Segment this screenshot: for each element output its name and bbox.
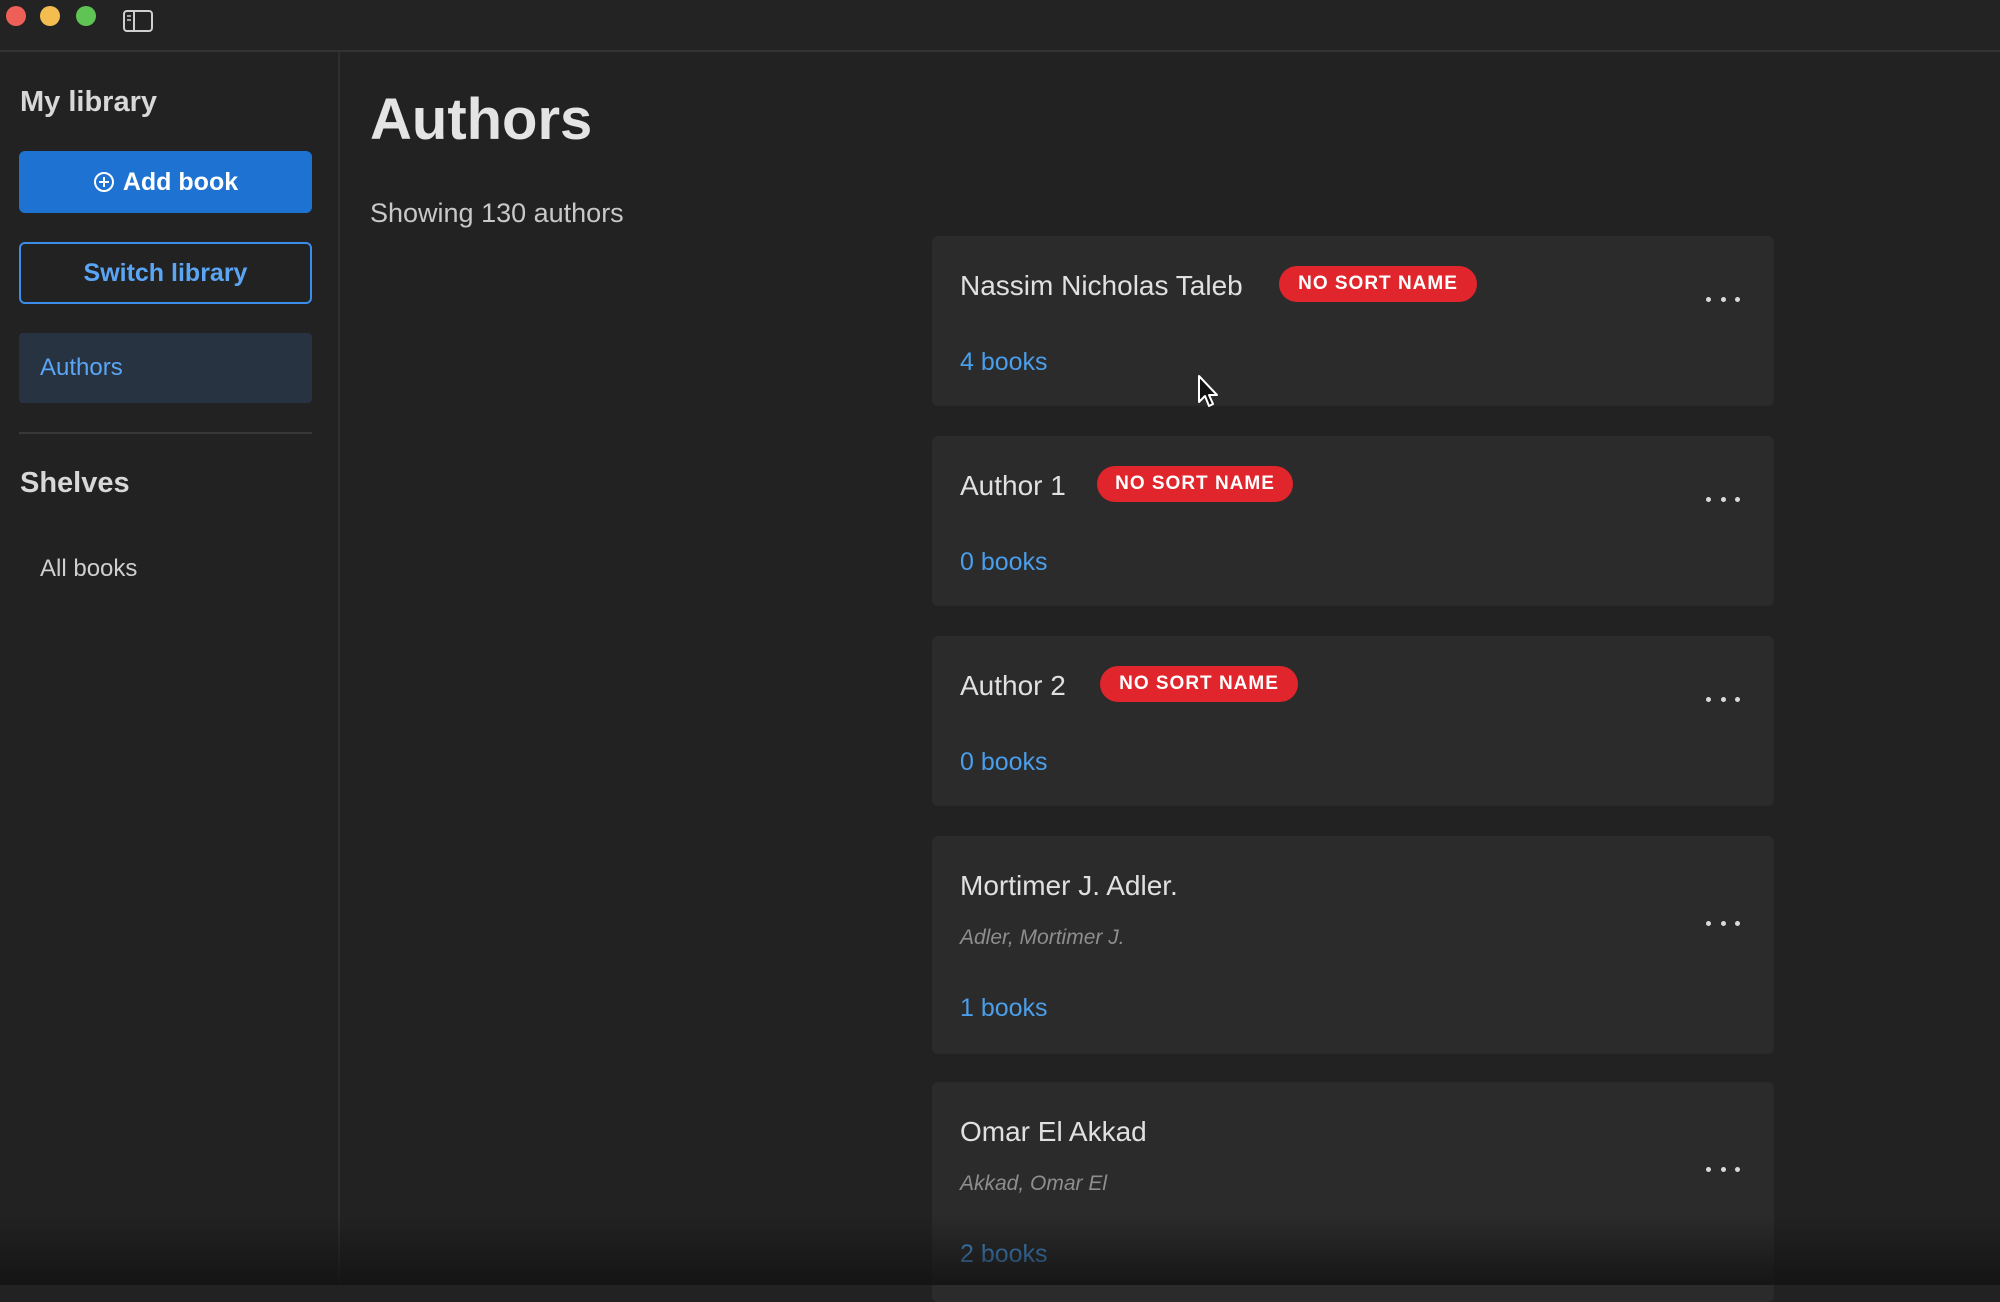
author-sort-name: Adler, Mortimer J. xyxy=(960,926,1125,950)
no-sort-name-badge: NO SORT NAME xyxy=(1100,666,1298,702)
sidebar-item-all-books[interactable]: All books xyxy=(40,555,137,583)
more-options-icon[interactable] xyxy=(1706,292,1740,306)
sidebar: My library Add book Switch library Autho… xyxy=(0,52,340,1285)
no-sort-name-badge: NO SORT NAME xyxy=(1279,266,1477,302)
shelves-heading: Shelves xyxy=(20,467,130,500)
sidebar-item-authors[interactable]: Authors xyxy=(19,333,312,403)
author-card[interactable]: Author 1 NO SORT NAME 0 books xyxy=(932,436,1774,606)
plus-circle-icon xyxy=(93,171,115,193)
author-card[interactable]: Mortimer J. Adler. Adler, Mortimer J. 1 … xyxy=(932,836,1774,1054)
author-name[interactable]: Author 1 xyxy=(960,470,1066,502)
books-count-link[interactable]: 4 books xyxy=(960,348,1048,377)
add-book-label: Add book xyxy=(123,168,238,197)
more-options-icon[interactable] xyxy=(1706,1162,1740,1176)
books-count-link[interactable]: 0 books xyxy=(960,748,1048,777)
more-options-icon[interactable] xyxy=(1706,492,1740,506)
window-titlebar xyxy=(0,0,2000,52)
author-sort-name: Akkad, Omar El xyxy=(960,1172,1107,1196)
author-card[interactable]: Omar El Akkad Akkad, Omar El 2 books xyxy=(932,1082,1774,1302)
library-title: My library xyxy=(20,86,157,119)
close-window-button[interactable] xyxy=(6,6,26,26)
maximize-window-button[interactable] xyxy=(76,6,96,26)
author-count: Showing 130 authors xyxy=(370,198,624,229)
books-count-link[interactable]: 2 books xyxy=(960,1240,1048,1269)
author-name[interactable]: Mortimer J. Adler. xyxy=(960,870,1178,902)
author-name[interactable]: Omar El Akkad xyxy=(960,1116,1147,1148)
more-options-icon[interactable] xyxy=(1706,692,1740,706)
add-book-button[interactable]: Add book xyxy=(19,151,312,213)
author-name[interactable]: Author 2 xyxy=(960,670,1066,702)
author-name[interactable]: Nassim Nicholas Taleb xyxy=(960,270,1243,302)
books-count-link[interactable]: 0 books xyxy=(960,548,1048,577)
sidebar-divider xyxy=(19,432,312,434)
sidebar-icon[interactable] xyxy=(122,8,154,34)
no-sort-name-badge: NO SORT NAME xyxy=(1097,466,1293,502)
mouse-cursor-icon xyxy=(1196,374,1222,410)
minimize-window-button[interactable] xyxy=(40,6,60,26)
books-count-link[interactable]: 1 books xyxy=(960,994,1048,1023)
author-card[interactable]: Author 2 NO SORT NAME 0 books xyxy=(932,636,1774,806)
author-card[interactable]: Nassim Nicholas Taleb NO SORT NAME 4 boo… xyxy=(932,236,1774,406)
more-options-icon[interactable] xyxy=(1706,916,1740,930)
page-title: Authors xyxy=(370,86,592,153)
switch-library-button[interactable]: Switch library xyxy=(19,242,312,304)
